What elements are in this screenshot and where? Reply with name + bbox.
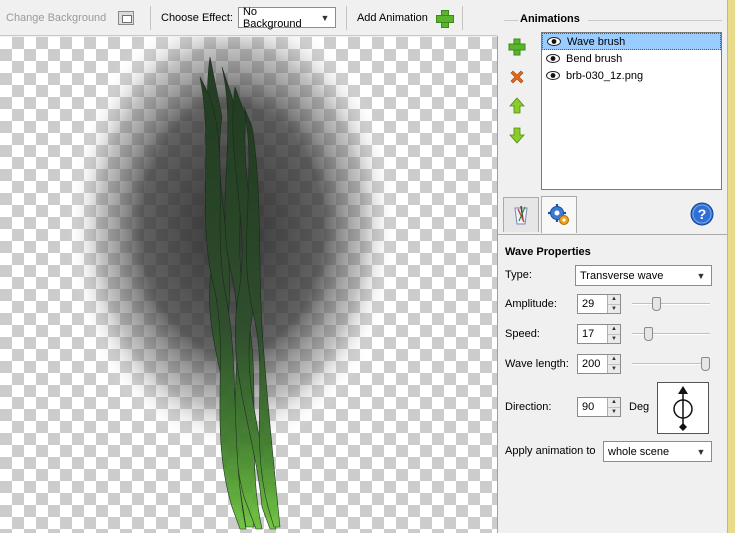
direction-value: 90	[582, 401, 595, 413]
list-item-bend-brush[interactable]: Bend brush	[542, 50, 721, 67]
grass-preview-image	[67, 37, 397, 530]
speed-label: Speed:	[505, 328, 540, 340]
svg-text:?: ?	[698, 206, 707, 222]
wave-properties-panel: Wave Properties Type: Transverse wave ▼ …	[498, 234, 727, 533]
apply-scope-value: whole scene	[608, 445, 670, 458]
move-up-button[interactable]	[508, 97, 526, 115]
right-panel: Animations Wave brush Bend brush brb-030…	[498, 0, 727, 533]
speed-value: 17	[582, 328, 595, 340]
amplitude-stepper[interactable]: ▲ ▼	[607, 295, 620, 313]
type-label: Type:	[505, 269, 532, 281]
section-divider	[504, 20, 518, 21]
amplitude-value: 29	[582, 298, 595, 310]
apply-label: Apply animation to	[505, 445, 596, 457]
list-item-label: brb-030_1z.png	[566, 69, 644, 82]
list-item-label: Bend brush	[566, 52, 623, 65]
speed-stepper[interactable]: ▲ ▼	[607, 325, 620, 343]
amplitude-slider[interactable]	[632, 297, 710, 311]
list-item-image[interactable]: brb-030_1z.png	[542, 67, 721, 84]
eye-icon[interactable]	[547, 37, 561, 46]
amplitude-spinbox[interactable]: 29 ▲ ▼	[577, 294, 621, 314]
direction-arrow-icon	[673, 386, 693, 431]
direction-dial[interactable]	[657, 382, 709, 434]
delete-animation-button[interactable]	[508, 68, 526, 86]
slider-track	[632, 303, 710, 305]
toolbar-separator	[461, 5, 463, 30]
change-background-label: Change Background	[6, 11, 107, 24]
slider-thumb[interactable]	[701, 357, 710, 371]
wave-length-slider[interactable]	[632, 357, 710, 371]
apply-scope-select[interactable]: whole scene ▼	[603, 441, 712, 462]
tab-settings[interactable]	[541, 196, 577, 233]
chevron-down-icon: ▼	[320, 12, 330, 23]
add-animation-button[interactable]: Add Animation	[351, 6, 458, 30]
direction-unit: Deg	[629, 401, 650, 413]
preview-canvas[interactable]	[0, 37, 497, 533]
add-animation-label: Add Animation	[356, 11, 428, 24]
toolbar-separator	[150, 5, 151, 30]
slider-thumb[interactable]	[644, 327, 653, 341]
brush-icon	[514, 205, 528, 225]
slider-thumb[interactable]	[652, 297, 661, 311]
property-tabs	[503, 196, 579, 233]
effect-select[interactable]: No Background ▼	[237, 5, 336, 30]
eye-icon[interactable]	[546, 54, 560, 63]
wave-properties-title: Wave Properties	[505, 246, 591, 258]
change-background-button[interactable]: Change Background	[0, 6, 146, 30]
effect-select-value: No Background	[242, 5, 302, 30]
wave-length-stepper[interactable]: ▲ ▼	[607, 355, 620, 373]
move-down-button[interactable]	[508, 126, 526, 144]
add-icon	[435, 9, 454, 28]
help-icon[interactable]: ?	[690, 202, 714, 226]
wave-type-select[interactable]: Transverse wave ▼	[575, 265, 712, 286]
direction-label: Direction:	[505, 401, 552, 413]
section-divider	[588, 20, 722, 21]
wave-length-spinbox[interactable]: 200 ▲ ▼	[577, 354, 621, 374]
tab-brush[interactable]	[503, 197, 539, 232]
list-item-wave-brush[interactable]: Wave brush	[542, 33, 721, 50]
speed-slider[interactable]	[632, 327, 710, 341]
add-animation-side-button[interactable]	[508, 38, 526, 56]
wave-length-value: 200	[582, 358, 601, 370]
slider-track	[632, 363, 710, 365]
window-edge	[727, 0, 735, 533]
chevron-down-icon: ▼	[696, 270, 706, 281]
wave-type-value: Transverse wave	[580, 269, 664, 282]
chevron-down-icon: ▼	[696, 446, 706, 457]
gear-icon	[548, 204, 569, 225]
choose-effect-group: Choose Effect: No Background ▼	[155, 6, 342, 30]
direction-spinbox[interactable]: 90 ▲ ▼	[577, 397, 621, 417]
animations-title: Animations	[520, 13, 580, 25]
eye-icon[interactable]	[546, 71, 560, 80]
toolbar: Change Background Choose Effect: No Back…	[0, 0, 497, 36]
wave-length-label: Wave length:	[505, 358, 569, 370]
speed-spinbox[interactable]: 17 ▲ ▼	[577, 324, 621, 344]
direction-stepper[interactable]: ▲ ▼	[607, 398, 620, 416]
choose-effect-label: Choose Effect:	[161, 11, 233, 24]
animations-list[interactable]: Wave brush Bend brush brb-030_1z.png	[541, 32, 722, 190]
list-item-label: Wave brush	[567, 35, 626, 48]
background-image-icon	[118, 10, 135, 25]
amplitude-label: Amplitude:	[505, 298, 557, 310]
toolbar-separator	[345, 5, 347, 30]
